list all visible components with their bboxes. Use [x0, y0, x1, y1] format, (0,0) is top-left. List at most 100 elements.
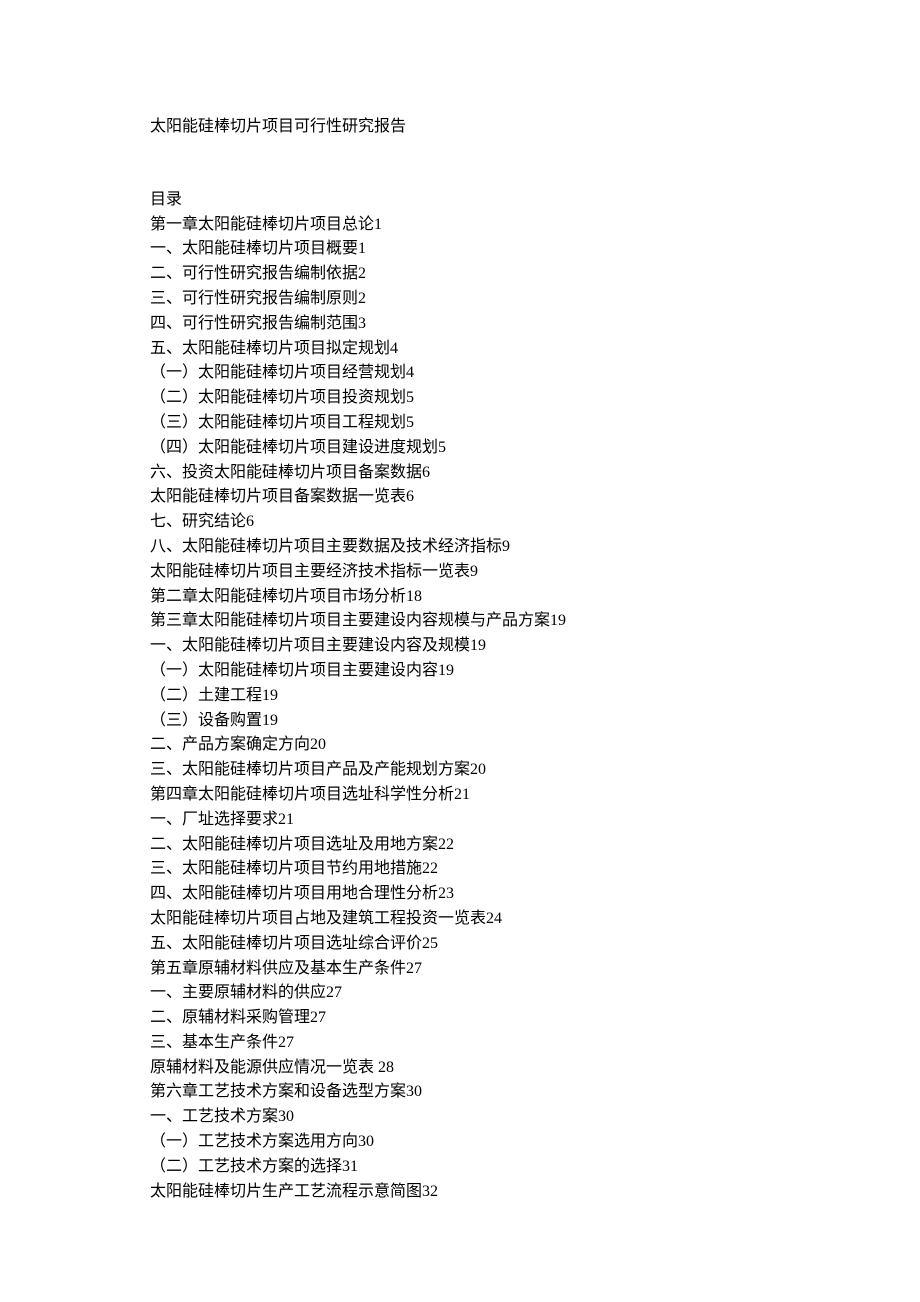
toc-entry: 四、太阳能硅棒切片项目用地合理性分析23 [150, 882, 770, 907]
toc-entry-page: 1 [374, 216, 382, 233]
toc-entry: 太阳能硅棒切片项目主要经济技术指标一览表9 [150, 560, 770, 585]
toc-entry-text: 二、太阳能硅棒切片项目选址及用地方案 [150, 836, 438, 853]
toc-entry-page: 19 [470, 637, 486, 654]
toc-entry-text: 三、可行性研究报告编制原则 [150, 290, 358, 307]
toc-entry-page: 19 [438, 662, 454, 679]
toc-entry-page: 1 [358, 240, 366, 257]
toc-entry-page: 22 [438, 836, 454, 853]
toc-entry: 二、可行性研究报告编制依据2 [150, 262, 770, 287]
toc-entry-page: 19 [262, 687, 278, 704]
toc-entry: 第二章太阳能硅棒切片项目市场分析18 [150, 585, 770, 610]
toc-entry: 太阳能硅棒切片生产工艺流程示意简图32 [150, 1180, 770, 1205]
toc-entry-text: 七、研究结论 [150, 513, 246, 530]
document-title: 太阳能硅棒切片项目可行性研究报告 [150, 115, 770, 140]
toc-entry-page: 20 [470, 761, 486, 778]
toc-entry-text: 三、基本生产条件 [150, 1034, 278, 1051]
toc-entry-page: 19 [550, 612, 566, 629]
toc-entry: 三、基本生产条件27 [150, 1031, 770, 1056]
toc-entry: 五、太阳能硅棒切片项目选址综合评价25 [150, 932, 770, 957]
toc-entry-text: 三、太阳能硅棒切片项目产品及产能规划方案 [150, 761, 470, 778]
toc-entry-text: 五、太阳能硅棒切片项目拟定规划 [150, 340, 390, 357]
toc-entry: 第六章工艺技术方案和设备选型方案30 [150, 1080, 770, 1105]
toc-entry-text: （三）太阳能硅棒切片项目工程规划 [150, 414, 406, 431]
toc-entry-page: 27 [310, 1009, 326, 1026]
toc-entry: 一、工艺技术方案30 [150, 1105, 770, 1130]
toc-entry-page: 30 [358, 1133, 374, 1150]
toc-entry-page: 5 [406, 389, 414, 406]
toc-entry-page: 2 [358, 290, 366, 307]
toc-entry: 太阳能硅棒切片项目占地及建筑工程投资一览表24 [150, 907, 770, 932]
toc-entry: （一）太阳能硅棒切片项目主要建设内容19 [150, 659, 770, 684]
toc-entry-page: 4 [390, 340, 398, 357]
toc-entry-page: 22 [422, 860, 438, 877]
toc-heading: 目录 [150, 188, 770, 213]
toc-entry: （二）太阳能硅棒切片项目投资规划5 [150, 386, 770, 411]
toc-entry: 一、太阳能硅棒切片项目概要1 [150, 237, 770, 262]
toc-entry: （三）设备购置19 [150, 709, 770, 734]
toc-entry-text: 太阳能硅棒切片项目主要经济技术指标一览表 [150, 563, 470, 580]
toc-entry: （四）太阳能硅棒切片项目建设进度规划5 [150, 436, 770, 461]
toc-entry: （一）工艺技术方案选用方向30 [150, 1130, 770, 1155]
toc-entry: 四、可行性研究报告编制范围3 [150, 312, 770, 337]
toc-entry-page: 27 [278, 1034, 294, 1051]
toc-entry: 第四章太阳能硅棒切片项目选址科学性分析21 [150, 783, 770, 808]
toc-entry-page: 6 [422, 464, 430, 481]
toc-entry-page: 27 [406, 960, 422, 977]
toc-entry: 三、可行性研究报告编制原则2 [150, 287, 770, 312]
toc-entry-text: 第四章太阳能硅棒切片项目选址科学性分析 [150, 786, 454, 803]
toc-entry: 七、研究结论6 [150, 510, 770, 535]
toc-entry: 一、太阳能硅棒切片项目主要建设内容及规模19 [150, 634, 770, 659]
document-page: 太阳能硅棒切片项目可行性研究报告 目录 第一章太阳能硅棒切片项目总论1一、太阳能… [0, 0, 920, 1302]
toc-entry-page: 25 [422, 935, 438, 952]
toc-entry-page: 20 [310, 736, 326, 753]
toc-entry-text: 四、可行性研究报告编制范围 [150, 315, 358, 332]
toc-entry: 第一章太阳能硅棒切片项目总论1 [150, 213, 770, 238]
toc-entry-text: （二）工艺技术方案的选择 [150, 1158, 342, 1175]
toc-entry-page: 18 [406, 588, 422, 605]
toc-entry-text: （一）太阳能硅棒切片项目经营规划 [150, 364, 406, 381]
toc-entry: 六、投资太阳能硅棒切片项目备案数据6 [150, 461, 770, 486]
toc-entry: 五、太阳能硅棒切片项目拟定规划4 [150, 337, 770, 362]
toc-entry: （三）太阳能硅棒切片项目工程规划5 [150, 411, 770, 436]
toc-entry-page: 9 [470, 563, 478, 580]
toc-entry: 三、太阳能硅棒切片项目节约用地措施22 [150, 857, 770, 882]
toc-entry-page: 2 [358, 265, 366, 282]
toc-entry-page: 28 [378, 1059, 394, 1076]
toc-entry: 二、太阳能硅棒切片项目选址及用地方案22 [150, 833, 770, 858]
toc-entry-text: 一、太阳能硅棒切片项目概要 [150, 240, 358, 257]
toc-entry-page: 3 [358, 315, 366, 332]
toc-entry-page: 6 [246, 513, 254, 530]
toc-entry-page: 31 [342, 1158, 358, 1175]
toc-entry: 第三章太阳能硅棒切片项目主要建设内容规模与产品方案19 [150, 609, 770, 634]
toc-entry: 原辅材料及能源供应情况一览表 28 [150, 1056, 770, 1081]
toc-entry-page: 5 [438, 439, 446, 456]
toc-entry: （一）太阳能硅棒切片项目经营规划4 [150, 361, 770, 386]
toc-entry-page: 32 [422, 1183, 438, 1200]
toc-entry: 太阳能硅棒切片项目备案数据一览表6 [150, 485, 770, 510]
toc-entry-text: （三）设备购置 [150, 712, 262, 729]
toc-entry: （二）土建工程19 [150, 684, 770, 709]
toc-entry-text: （四）太阳能硅棒切片项目建设进度规划 [150, 439, 438, 456]
toc-entry-text: 第三章太阳能硅棒切片项目主要建设内容规模与产品方案 [150, 612, 550, 629]
toc-entry: 一、厂址选择要求21 [150, 808, 770, 833]
toc-entry-text: 太阳能硅棒切片项目备案数据一览表 [150, 488, 406, 505]
toc-entry-text: 一、工艺技术方案 [150, 1108, 278, 1125]
toc-entry-text: 第二章太阳能硅棒切片项目市场分析 [150, 588, 406, 605]
toc-entry-text: 太阳能硅棒切片生产工艺流程示意简图 [150, 1183, 422, 1200]
toc-entry-text: 原辅材料及能源供应情况一览表 [150, 1059, 378, 1076]
toc-entry-text: 第六章工艺技术方案和设备选型方案 [150, 1083, 406, 1100]
toc-entry-page: 19 [262, 712, 278, 729]
toc-entry-page: 27 [326, 984, 342, 1001]
toc-entry: 二、产品方案确定方向20 [150, 733, 770, 758]
toc-entry-text: 六、投资太阳能硅棒切片项目备案数据 [150, 464, 422, 481]
toc-entry-page: 23 [438, 885, 454, 902]
toc-entry-text: 三、太阳能硅棒切片项目节约用地措施 [150, 860, 422, 877]
toc-entry-page: 21 [278, 811, 294, 828]
toc-entry: 八、太阳能硅棒切片项目主要数据及技术经济指标9 [150, 535, 770, 560]
toc-entry-text: 五、太阳能硅棒切片项目选址综合评价 [150, 935, 422, 952]
toc-entry: 一、主要原辅材料的供应27 [150, 981, 770, 1006]
toc-entry-page: 30 [406, 1083, 422, 1100]
toc-entry-page: 24 [486, 910, 502, 927]
toc-entry-text: 二、原辅材料采购管理 [150, 1009, 310, 1026]
toc-entry-page: 6 [406, 488, 414, 505]
